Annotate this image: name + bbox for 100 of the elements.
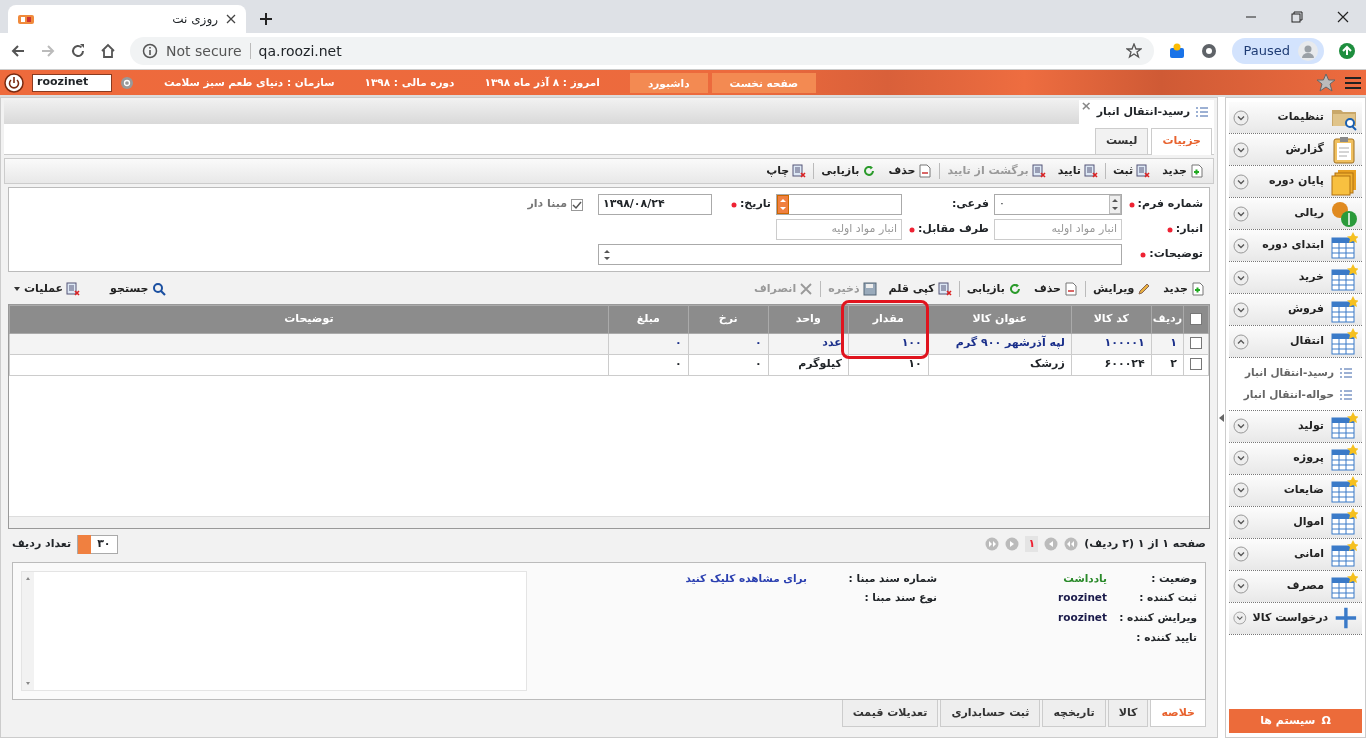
close-icon[interactable] [1337,10,1349,23]
toolbar-button[interactable]: چاپ [761,161,812,180]
input-field[interactable] [776,194,902,215]
new-tab-icon[interactable] [258,11,274,27]
toolbar-button[interactable]: حذف [883,161,938,180]
user-field[interactable]: roozinet [32,73,112,92]
chevron-down-icon[interactable] [1233,578,1249,594]
chevron-down-icon[interactable] [1233,141,1249,158]
toolbar-button[interactable]: ویرایش [1087,280,1157,299]
page-plus-icon [1190,163,1204,178]
chevron-down-icon[interactable] [1233,301,1249,318]
extension-icon[interactable] [1167,42,1186,60]
sidebar-item[interactable]: گزارش [1229,134,1362,166]
bottom-tab[interactable]: تاریخچه [1042,699,1106,727]
sidebar-item[interactable]: خرید [1229,262,1362,294]
rows-per-page-label: تعداد ردیف [12,535,72,552]
table-cell: ۶۰۰۰۲۴ [1071,354,1152,375]
toolbar-button[interactable]: جدید [1158,280,1210,299]
profile-button[interactable]: Paused [1231,38,1324,64]
chevron-down-icon[interactable] [1233,173,1249,190]
close-icon[interactable] [226,14,236,24]
chevron-down-icon[interactable] [1233,514,1249,530]
textarea-field[interactable] [598,244,1122,265]
update-icon[interactable] [1338,42,1356,60]
toolbar-button[interactable]: جدید [1157,161,1209,180]
back-icon[interactable] [10,43,26,59]
toolbar-button[interactable]: کپی قلم [883,280,957,299]
toolbar-button[interactable]: جستجو [105,280,171,299]
chevron-down-icon[interactable] [1233,450,1249,466]
chevron-down-icon[interactable] [1233,237,1249,254]
spinner-icon[interactable] [1109,195,1121,214]
chevron-down-icon[interactable] [1233,546,1249,562]
checkbox[interactable] [571,198,583,211]
input-field[interactable]: ۰ [994,194,1122,215]
view-tab[interactable]: لیست [1094,128,1149,154]
chevron-down-icon[interactable] [1233,269,1249,286]
avatar-icon [1298,41,1318,61]
select-all-checkbox[interactable] [1190,312,1202,325]
sidebar-item[interactable]: تولید [1229,410,1362,443]
chevron-down-icon[interactable] [1233,482,1249,498]
row-checkbox[interactable] [1190,337,1202,350]
close-icon [799,282,814,297]
sidebar-item[interactable]: اموال [1229,506,1362,539]
chevron-up-icon[interactable] [1233,333,1249,350]
sidebar-item[interactable]: ابتدای دوره [1229,230,1362,262]
sidebar-item[interactable]: ریالی [1229,198,1362,230]
tab-close-button[interactable]: × [1080,100,1092,112]
chevron-down-icon[interactable] [1233,109,1249,126]
table-cell: ۰ [608,333,689,354]
sidebar-item[interactable]: امانی [1229,538,1362,571]
table-star-icon [1330,444,1358,472]
extension-icon[interactable] [1199,42,1218,60]
browser-tab[interactable]: روزی نت [8,5,246,33]
security-label: Not secure [166,41,242,61]
list-icon [1196,107,1208,117]
rows-per-page-select[interactable]: ۳۰ [77,534,118,554]
toolbar-button[interactable]: ثبت [1107,161,1156,180]
refresh-icon [1007,282,1022,297]
toolbar-button[interactable]: حذف [1028,280,1083,299]
bottom-tab[interactable]: تعدیلات قیمت [841,699,939,727]
gear-icon[interactable] [120,75,134,90]
toolbar-button[interactable]: تایید [1052,161,1103,180]
star-icon[interactable] [1316,72,1336,93]
document-tab[interactable]: رسید-انتقال انبار × [1078,100,1214,124]
scrollbar[interactable] [22,571,34,690]
chevron-down-icon[interactable] [1233,418,1249,434]
row-checkbox[interactable] [1190,358,1202,371]
toolbar-button[interactable]: بازیابی [816,161,882,180]
input-field[interactable]: ۱۳۹۸/۰۸/۲۴ [598,194,712,215]
url-text[interactable]: qa.roozi.net [258,40,342,62]
chevron-down-icon[interactable] [1233,205,1249,222]
toolbar-button[interactable]: بازیابی [961,280,1027,299]
sidebar-item[interactable]: انتقال [1229,326,1362,358]
maximize-icon[interactable] [1291,10,1303,23]
checkbox-label: مبنا دار [527,196,567,213]
reload-icon[interactable] [70,43,86,59]
field-value: انبار مواد اولیه [831,221,897,238]
bottom-tab[interactable]: ثبت حسابداری [940,699,1041,727]
scroll-arrows-icon[interactable] [603,247,611,262]
chevron-down-icon[interactable] [1233,610,1247,626]
field-label: فرعی: [950,196,989,213]
toolbar-button[interactable]: عملیات [8,280,86,299]
bookmark-star-icon[interactable] [1125,43,1142,59]
sidebar-item[interactable]: تنظیمات [1229,102,1362,134]
document-tab-title: رسید-انتقال انبار [1096,103,1190,120]
sidebar-item[interactable]: مصرف [1229,570,1362,603]
view-link[interactable]: برای مشاهده کلیک کنید [647,570,807,587]
power-icon[interactable] [4,72,24,93]
menu-icon[interactable] [1344,74,1362,91]
horizontal-scrollbar[interactable] [9,515,1209,528]
sidebar-item[interactable]: پایان دوره [1229,166,1362,198]
table-star-icon [1330,231,1358,260]
spinner-icon[interactable] [777,195,789,214]
home-icon[interactable] [100,43,116,59]
sidebar-item[interactable]: فروش [1229,294,1362,326]
bottom-tab[interactable]: کالا [1107,699,1149,727]
sidebar-item[interactable]: پروژه [1229,442,1362,475]
info-icon[interactable] [142,43,158,59]
sidebar-item[interactable]: ضایعات [1229,474,1362,507]
sidebar-item[interactable]: درخواست کالا [1229,602,1362,635]
